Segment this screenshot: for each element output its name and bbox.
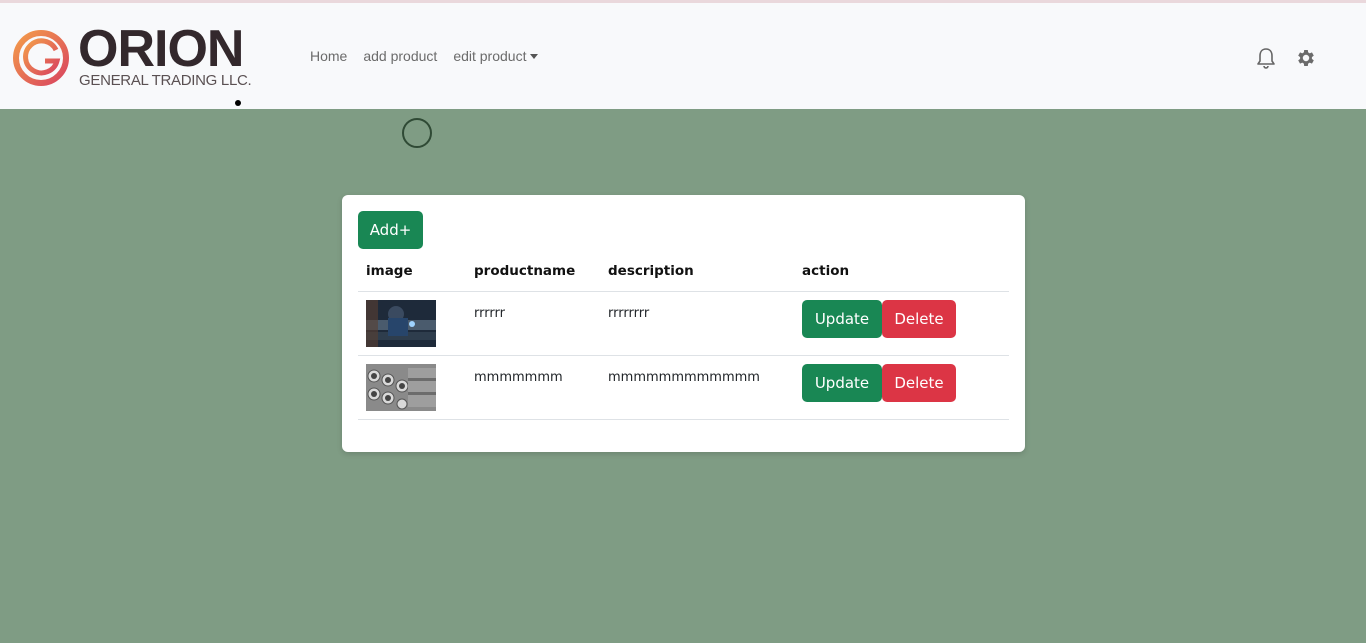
- cursor-indicator: [402, 118, 432, 148]
- update-button[interactable]: Update: [802, 364, 882, 402]
- gear-icon[interactable]: [1295, 47, 1317, 69]
- column-header-image: image: [366, 263, 413, 279]
- header-divider: [358, 291, 1009, 292]
- product-photo-welder-icon: [366, 300, 436, 347]
- delete-button[interactable]: Delete: [882, 300, 956, 338]
- column-header-description: description: [608, 263, 694, 279]
- column-header-action: action: [802, 263, 850, 279]
- product-image-2: [366, 364, 436, 411]
- product-name-cell: mmmmmmm: [474, 370, 563, 385]
- product-table-card: Add+ image productname description actio…: [342, 195, 1025, 452]
- product-photo-pipes-icon: [366, 364, 436, 411]
- nav-home-link[interactable]: Home: [310, 48, 347, 64]
- brand-name: ORION: [78, 20, 244, 78]
- brand-logo[interactable]: ORION GENERAL TRADING LLC.: [12, 20, 262, 91]
- brand-subtitle: GENERAL TRADING LLC.: [79, 72, 252, 89]
- stray-dot: [235, 100, 241, 106]
- navbar: ORION GENERAL TRADING LLC. Home add prod…: [0, 3, 1366, 109]
- row-divider: [358, 355, 1009, 356]
- nav-links: Home add product edit product: [310, 48, 554, 64]
- product-description-cell: rrrrrrrr: [608, 306, 650, 321]
- row-divider: [358, 419, 1009, 420]
- nav-edit-product-dropdown[interactable]: edit product: [453, 48, 539, 64]
- delete-button[interactable]: Delete: [882, 364, 956, 402]
- product-description-cell: mmmmmmmmmmmm: [608, 370, 760, 385]
- nav-edit-product-label: edit product: [453, 48, 527, 64]
- column-header-productname: productname: [474, 263, 576, 279]
- caret-down-icon: [530, 53, 539, 59]
- product-image-1: [366, 300, 436, 347]
- bell-icon[interactable]: [1256, 47, 1276, 69]
- update-button[interactable]: Update: [802, 300, 882, 338]
- nav-add-product-link[interactable]: add product: [363, 48, 437, 64]
- product-name-cell: rrrrrr: [474, 306, 505, 321]
- orion-logo-icon: [13, 30, 69, 86]
- add-product-button[interactable]: Add+: [358, 211, 423, 249]
